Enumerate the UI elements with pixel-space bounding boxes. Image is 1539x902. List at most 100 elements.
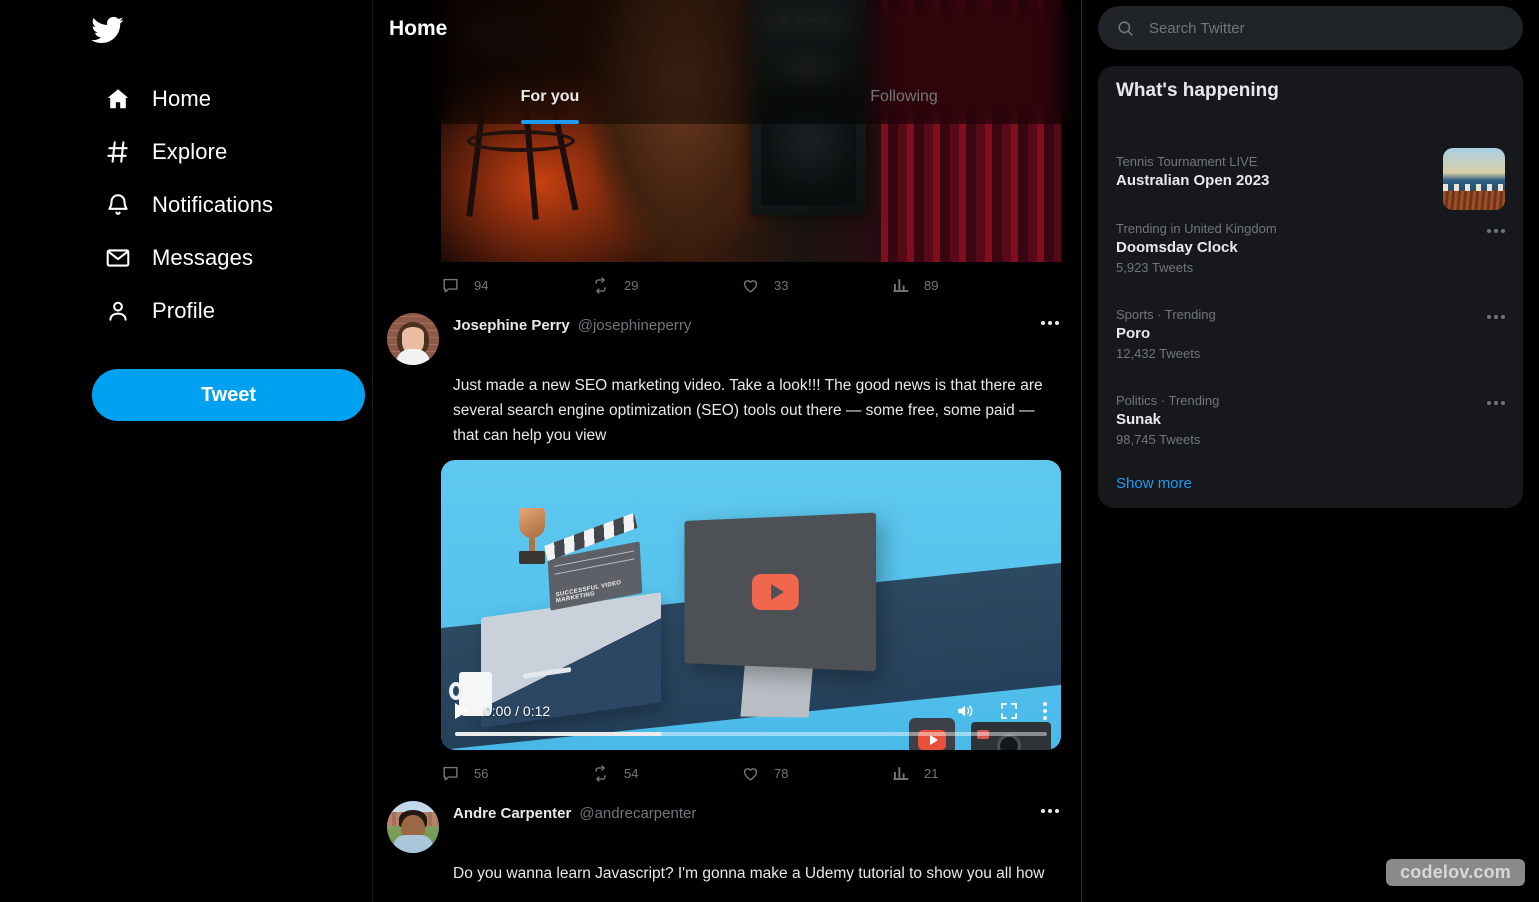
trend-name: Sunak <box>1116 411 1162 428</box>
like-count: 33 <box>774 278 789 293</box>
tweet-header: Andre Carpenter @andrecarpenter <box>373 801 1067 853</box>
display-name: Andre Carpenter <box>453 805 572 822</box>
heart-icon <box>743 280 758 293</box>
avatar[interactable] <box>387 801 439 853</box>
tweet-andre: Andre Carpenter @andrecarpenter Do you w… <box>373 797 1081 886</box>
analytics-icon <box>893 767 909 780</box>
trend-count: 5,923 Tweets <box>1116 260 1194 275</box>
site-watermark: codelov.com <box>1386 859 1525 886</box>
comment-icon <box>443 766 458 781</box>
avatar[interactable] <box>387 313 439 365</box>
page-title: Home <box>389 17 448 40</box>
trend-name: Doomsday Clock <box>1116 239 1238 256</box>
retweet-icon <box>595 277 606 294</box>
retweet-icon <box>595 765 606 782</box>
card-title: What's happening <box>1116 80 1279 101</box>
sidebar-item-label: Notifications <box>152 191 274 217</box>
more-options-icon[interactable] <box>1041 809 1059 813</box>
views-action[interactable]: 89 <box>891 276 1041 295</box>
play-icon[interactable] <box>455 703 468 719</box>
views-count: 89 <box>924 278 939 293</box>
retweet-action[interactable]: 29 <box>591 276 741 295</box>
handle: @andrecarpenter <box>579 805 697 822</box>
tab-for-you[interactable]: For you <box>373 70 727 124</box>
tab-active-underline <box>521 120 579 124</box>
retweet-count: 54 <box>624 766 639 781</box>
sidebar-nav: Home Explore Notifications Messages Prof… <box>0 72 372 337</box>
trend-name: Poro <box>1116 325 1151 342</box>
feed-header: Home For you Following <box>373 0 1081 124</box>
fullscreen-icon[interactable] <box>999 701 1019 721</box>
search-icon <box>1118 20 1133 36</box>
sidebar-item-messages[interactable]: Messages <box>0 231 372 284</box>
trend-item-poro[interactable]: Sports · Trending Poro 12,432 Tweets <box>1116 293 1505 379</box>
trend-item-doomsday-clock[interactable]: Trending in United Kingdom Doomsday Cloc… <box>1116 207 1505 293</box>
trend-category: Politics · Trending <box>1116 393 1220 408</box>
tweet-josephine: Josephine Perry @josephineperry Just mad… <box>373 309 1081 797</box>
tweet-video-player[interactable]: SUCCESSFUL VIDEO MARKETING 0:00 / 0:12 <box>441 460 1061 750</box>
envelope-icon <box>104 244 132 272</box>
like-count: 78 <box>774 766 789 781</box>
sidebar-item-profile[interactable]: Profile <box>0 284 372 337</box>
trend-category: Trending in United Kingdom <box>1116 221 1277 236</box>
trend-more-icon[interactable] <box>1487 229 1505 233</box>
author-names: Andre Carpenter @andrecarpenter <box>453 801 696 822</box>
kebab-menu-icon[interactable] <box>1043 702 1047 720</box>
reply-action[interactable]: 56 <box>441 764 591 783</box>
play-badge-icon <box>751 573 799 611</box>
show-more-link[interactable]: Show more <box>1116 465 1505 494</box>
reply-count: 94 <box>474 278 489 293</box>
bell-icon <box>104 191 132 219</box>
like-action[interactable]: 33 <box>741 276 891 295</box>
views-action[interactable]: 21 <box>891 764 1041 783</box>
feed-tabs: For you Following <box>373 70 1081 124</box>
trend-thumbnail <box>1443 148 1505 210</box>
volume-icon[interactable] <box>955 701 975 721</box>
sidebar-item-explore[interactable]: Explore <box>0 125 372 178</box>
sidebar-item-label: Explore <box>152 138 228 164</box>
views-count: 21 <box>924 766 939 781</box>
retweet-action[interactable]: 54 <box>591 764 741 783</box>
retweet-count: 29 <box>624 278 639 293</box>
tweet-text: Do you wanna learn Javascript? I'm gonna… <box>453 865 1045 882</box>
home-icon <box>104 85 132 113</box>
sidebar-item-home[interactable]: Home <box>0 72 372 125</box>
tweet-header: Josephine Perry @josephineperry <box>373 313 1067 365</box>
left-sidebar: Home Explore Notifications Messages Prof… <box>0 0 372 902</box>
tweet-text: Just made a new SEO marketing video. Tak… <box>453 377 1043 444</box>
search-input[interactable] <box>1149 19 1505 37</box>
tweet-actions: 94 29 33 89 <box>373 262 1081 309</box>
feed-scroll-area[interactable]: FENDER 94 29 33 89 Josephine Perry @jose… <box>373 0 1081 902</box>
hashtag-icon <box>104 138 132 166</box>
sidebar-item-notifications[interactable]: Notifications <box>0 178 372 231</box>
main-feed: FENDER 94 29 33 89 Josephine Perry @jose… <box>372 0 1082 902</box>
video-controls: 0:00 / 0:12 <box>441 692 1061 750</box>
trend-count: 98,745 Tweets <box>1116 432 1201 447</box>
tab-following[interactable]: Following <box>727 70 1081 124</box>
trend-count: 12,432 Tweets <box>1116 346 1201 361</box>
trend-item-sunak[interactable]: Politics · Trending Sunak 98,745 Tweets <box>1116 379 1505 465</box>
trend-more-icon[interactable] <box>1487 401 1505 405</box>
sidebar-item-label: Messages <box>152 244 254 270</box>
trend-item-australian-open[interactable]: Tennis Tournament LIVE Australian Open 2… <box>1116 140 1505 210</box>
trend-category: Sports · Trending <box>1116 307 1216 322</box>
more-options-icon[interactable] <box>1041 321 1059 325</box>
display-name: Josephine Perry <box>453 317 570 334</box>
twitter-bird-icon[interactable] <box>90 6 150 54</box>
tab-label: For you <box>520 88 580 105</box>
author-names: Josephine Perry @josephineperry <box>453 313 691 334</box>
whats-happening-card: What's happening Tennis Tournament LIVE … <box>1098 66 1523 508</box>
tweet-actions: 56 54 78 21 <box>373 750 1067 797</box>
reply-count: 56 <box>474 766 489 781</box>
like-action[interactable]: 78 <box>741 764 891 783</box>
comment-icon <box>443 278 458 293</box>
trend-more-icon[interactable] <box>1487 315 1505 319</box>
search-bar[interactable] <box>1098 6 1523 50</box>
right-sidebar: What's happening Tennis Tournament LIVE … <box>1082 0 1539 902</box>
video-progress-bar[interactable] <box>455 732 1047 736</box>
tweet-button[interactable]: Tweet <box>92 369 365 421</box>
reply-action[interactable]: 94 <box>441 276 591 295</box>
sidebar-item-label: Home <box>152 85 212 111</box>
person-icon <box>104 297 132 325</box>
video-time: 0:00 / 0:12 <box>484 703 551 719</box>
